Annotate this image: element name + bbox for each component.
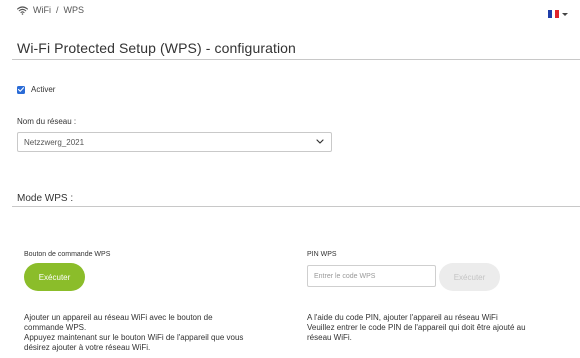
breadcrumb-wps: WPS (63, 5, 85, 15)
divider (12, 206, 580, 207)
activer-row[interactable]: Activer (17, 85, 55, 94)
network-name-select[interactable]: Netzzwerg_2021 (17, 132, 332, 152)
language-selector[interactable] (548, 10, 568, 18)
network-name-label: Nom du réseau : (17, 117, 77, 126)
chevron-down-icon (316, 139, 324, 144)
description-line: Veuillez entrer le code PIN de l'apparei… (307, 323, 526, 332)
push-button-execute-button[interactable]: Exécuter (24, 263, 85, 291)
breadcrumb: WiFi / WPS (17, 5, 84, 15)
description-line: Ajouter un appareil au réseau WiFi avec … (24, 313, 213, 322)
top-bar: WiFi / WPS (0, 0, 580, 26)
activer-label: Activer (31, 85, 56, 94)
breadcrumb-wifi[interactable]: WiFi (33, 5, 51, 15)
pin-description: A l'aide du code PIN, ajouter l'appareil… (307, 313, 577, 343)
push-button-description: Ajouter un appareil au réseau WiFi avec … (24, 313, 294, 353)
network-name-value: Netzzwerg_2021 (24, 137, 85, 147)
activer-checkbox[interactable] (17, 85, 25, 94)
description-line: commande WPS. (24, 323, 87, 332)
description-line: Appuyez maintenant sur le bouton WiFi de… (24, 333, 244, 342)
divider (12, 59, 580, 60)
breadcrumb-separator: / (56, 5, 59, 15)
description-line: réseau WiFi. (307, 333, 352, 342)
description-line: désirez ajouter à votre réseau WiFi. (24, 343, 151, 352)
flag-france-icon (548, 10, 560, 18)
pin-label: PIN WPS (307, 251, 337, 258)
caret-down-icon (562, 12, 568, 16)
wifi-icon (17, 5, 28, 15)
pin-input[interactable]: Entrer le code WPS (307, 265, 436, 287)
pin-placeholder: Entrer le code WPS (314, 272, 376, 280)
page-title: Wi-Fi Protected Setup (WPS) - configurat… (17, 40, 296, 56)
pin-execute-button[interactable]: Exécuter (439, 263, 500, 291)
checkmark-icon (18, 87, 24, 92)
description-line: A l'aide du code PIN, ajouter l'appareil… (307, 313, 498, 322)
mode-wps-heading: Mode WPS : (17, 193, 74, 204)
push-button-label: Bouton de commande WPS (24, 251, 111, 258)
